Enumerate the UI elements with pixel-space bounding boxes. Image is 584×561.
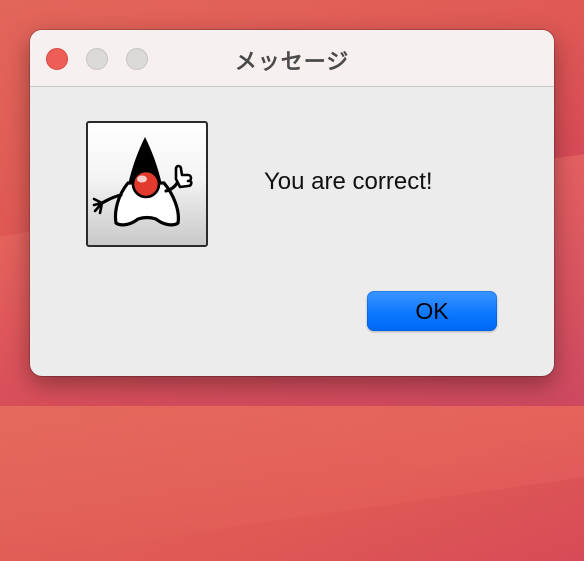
dialog-title: メッセージ: [234, 49, 350, 74]
title-bar[interactable]: メッセージ: [30, 30, 554, 87]
message-dialog: メッセージ You are correct! OK: [30, 30, 554, 376]
ok-button[interactable]: OK: [367, 291, 497, 331]
java-duke-icon: [86, 121, 208, 247]
message-text: You are correct!: [264, 168, 433, 195]
